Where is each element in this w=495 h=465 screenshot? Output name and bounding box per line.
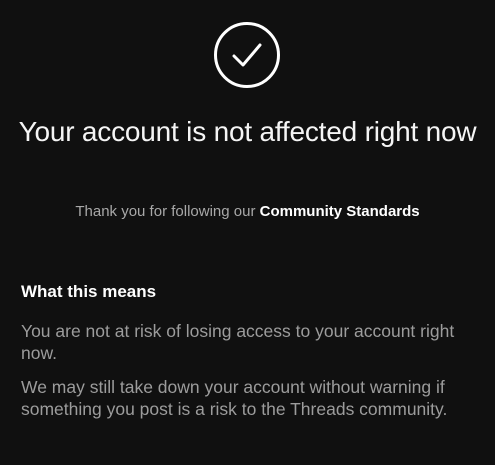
- page-subtitle: Thank you for following our Community St…: [0, 202, 495, 222]
- info-paragraph-takedown: We may still take down your account with…: [21, 377, 448, 419]
- section-heading: What this means: [21, 282, 157, 301]
- subtitle-text: Thank you for following our: [75, 203, 256, 220]
- info-paragraph-access: You are not at risk of losing access to …: [21, 321, 455, 363]
- page-title: Your account is not affected right now: [18, 116, 477, 147]
- check-circle-icon: [214, 22, 280, 88]
- community-standards-link[interactable]: Community Standards: [260, 203, 420, 220]
